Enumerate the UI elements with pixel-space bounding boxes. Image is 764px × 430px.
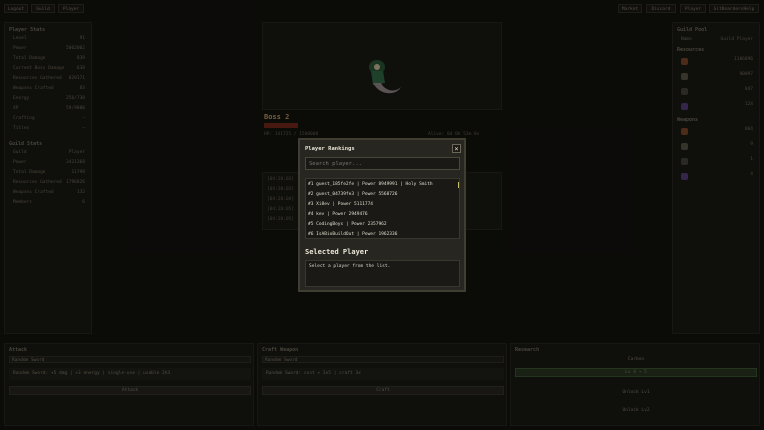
ranking-item[interactable]: #5 CodingBoys | Power 2357962	[308, 220, 387, 229]
ranking-item[interactable]: #4 kev | Power 2949476	[308, 210, 368, 219]
modal-title: Player Rankings	[305, 146, 355, 152]
ranking-item[interactable]: #2 guest_04739fe3 | Power 5568726	[308, 190, 397, 199]
search-player-input[interactable]	[305, 157, 460, 170]
ranking-item[interactable]: #3 Xi8ev | Power 5111774	[308, 200, 373, 209]
selected-player-detail: Select a player from the list.	[305, 260, 460, 287]
ranking-item[interactable]: #1 guest_185fe2fe | Power 8949991 | Holy…	[308, 180, 433, 189]
rankings-list[interactable]: #1 guest_185fe2fe | Power 8949991 | Holy…	[305, 178, 460, 239]
rankings-scrollbar[interactable]	[458, 182, 459, 188]
ranking-item[interactable]: #6 IsABioBuildOut | Power 1962336	[308, 230, 397, 238]
player-rankings-modal: Player Rankings × #1 guest_185fe2fe | Po…	[298, 138, 466, 292]
close-button[interactable]: ×	[452, 144, 461, 153]
selected-player-title: Selected Player	[305, 248, 369, 256]
